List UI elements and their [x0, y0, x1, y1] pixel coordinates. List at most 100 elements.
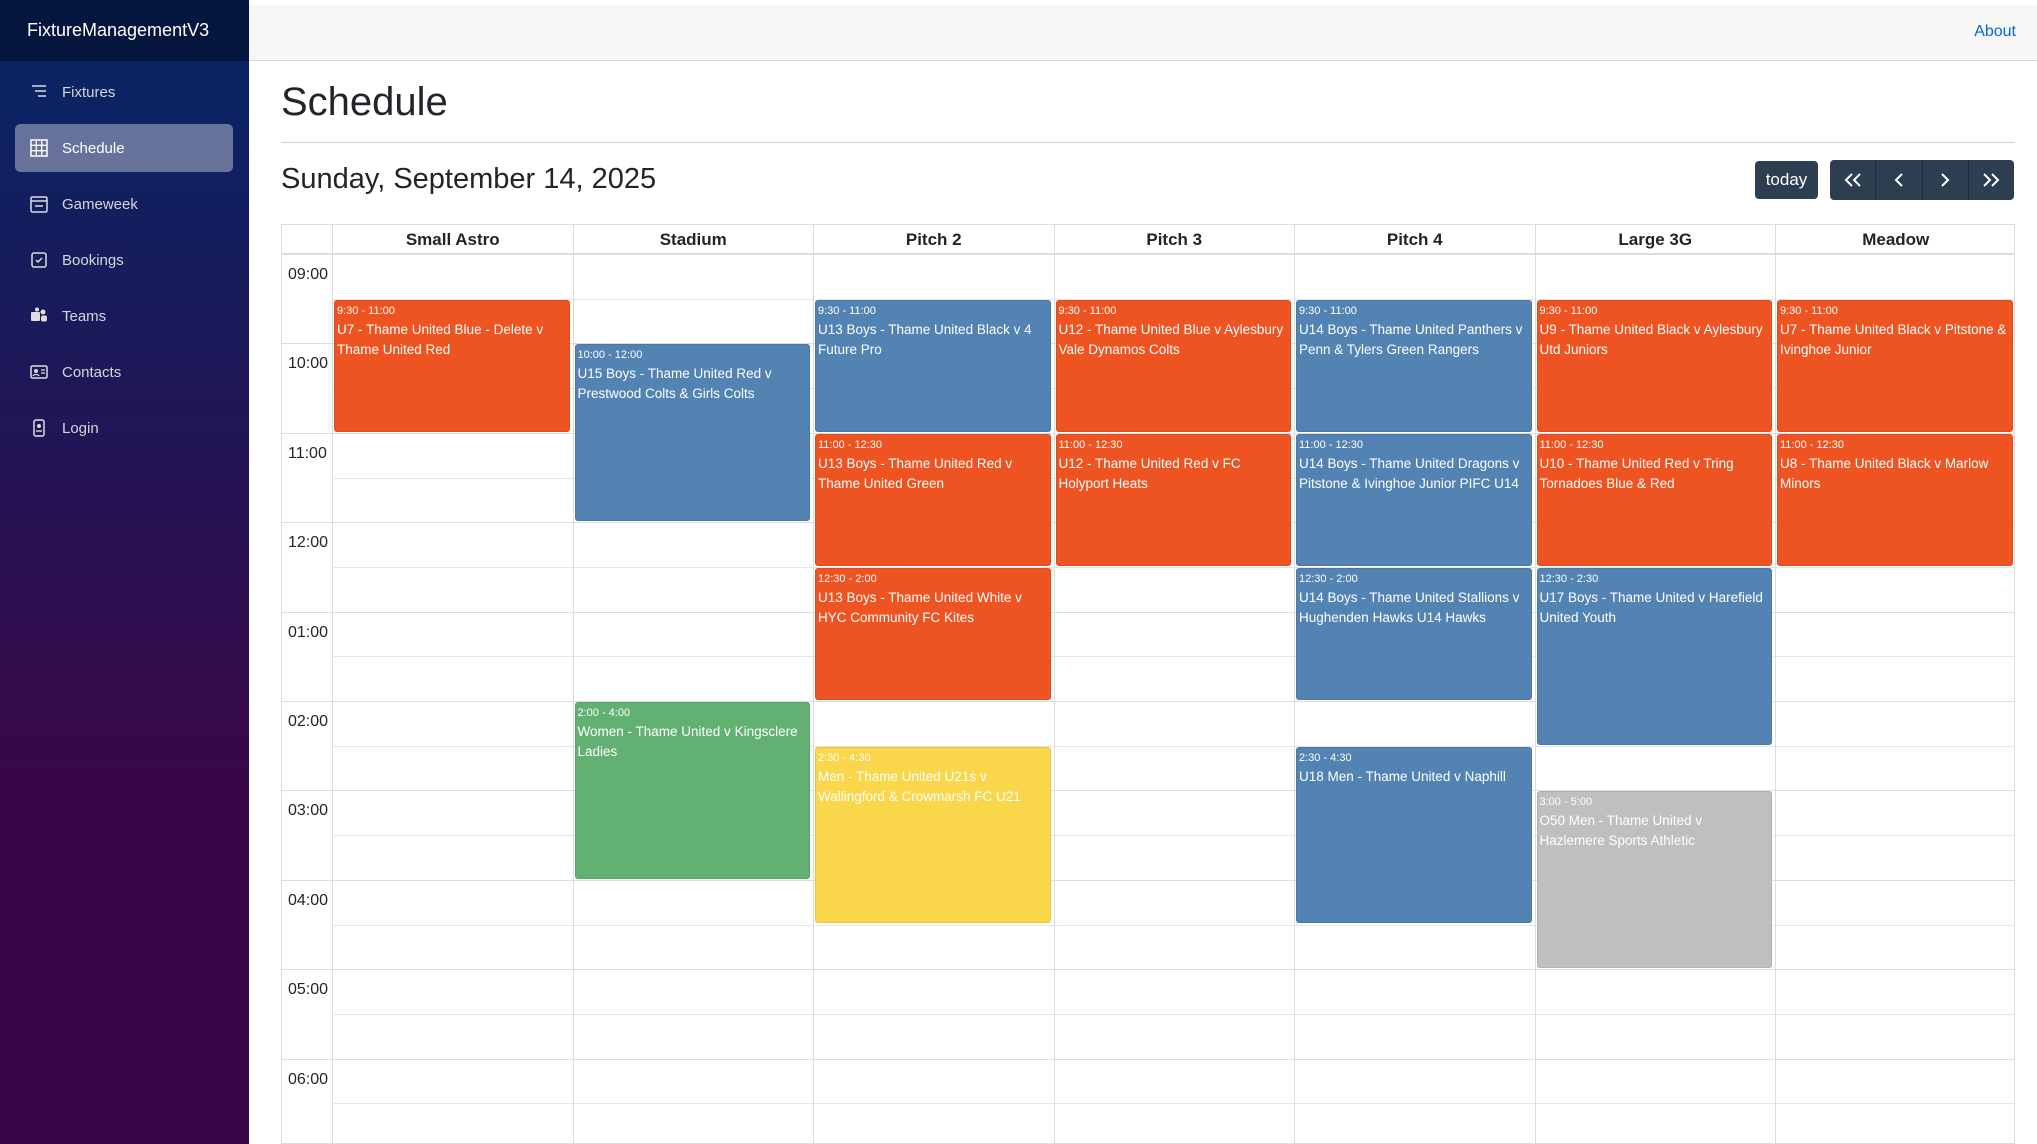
event-time: 12:30 - 2:00: [818, 572, 877, 585]
checkbox-icon: [29, 250, 49, 270]
time-slot-label: 01:00: [288, 623, 329, 641]
event-title: U17 Boys - Thame United v Harefield Unit…: [1539, 589, 1763, 625]
sidebar-item-schedule[interactable]: Schedule: [15, 124, 233, 172]
sidebar-item-gameweek[interactable]: Gameweek: [15, 180, 233, 228]
fixture-event[interactable]: 11:00 - 12:30 U8 - Thame United Black v M…: [1777, 433, 2013, 566]
event-title: U8 - Thame United Black v Marlow Minors: [1780, 455, 1989, 491]
fixture-event[interactable]: 12:30 - 2:00 U14 Boys - Thame United Stal…: [1296, 567, 1532, 700]
column-gridline: [1775, 254, 1776, 1143]
prev-week-button[interactable]: [1830, 160, 1877, 200]
fixture-event[interactable]: 9:30 - 11:00 U9 - Thame United Black v Ay…: [1536, 299, 1772, 432]
time-slot-label: 05:00: [288, 981, 329, 999]
fixture-event[interactable]: 11:00 - 12:30 U13 Boys - Thame United Red…: [815, 433, 1051, 566]
fixture-event[interactable]: 9:30 - 11:00 U14 Boys - Thame United Pant…: [1296, 299, 1532, 432]
grid-icon: [29, 138, 49, 158]
column-gridline: [813, 254, 814, 1143]
time-slot-label: 10:00: [288, 355, 329, 373]
fixture-event[interactable]: 2:30 - 4:30 Men - Thame United U21s v Wal…: [815, 746, 1051, 924]
time-slot-label: 12:00: [288, 534, 329, 552]
app-brand[interactable]: FixtureManagementV3: [0, 0, 249, 61]
fixture-event[interactable]: 12:30 - 2:30 U17 Boys - Thame United v Ha…: [1536, 567, 1772, 745]
event-title: U13 Boys - Thame United Black v 4 Future…: [818, 321, 1032, 357]
slot-gridline: [282, 969, 2014, 971]
time-slot-label: 09:00: [288, 266, 329, 283]
sidebar-item-contacts[interactable]: Contacts: [15, 348, 233, 396]
fixture-event[interactable]: 2:30 - 4:30 U18 Men - Thame United v Naph…: [1296, 746, 1532, 924]
calendar-nav-group: [1830, 160, 2014, 200]
resource-header: Pitch 2: [813, 225, 1054, 254]
sidebar-item-bookings[interactable]: Bookings: [15, 236, 233, 284]
sidebar-item-label: Contacts: [62, 363, 122, 381]
column-gridline: [572, 254, 574, 1143]
fixture-event[interactable]: 11:00 - 12:30 U14 Boys - Thame United Dra…: [1296, 433, 1532, 566]
sidebar-item-label: Schedule: [62, 139, 125, 157]
fixture-event[interactable]: 9:30 - 11:00 U13 Boys - Thame United Blac…: [815, 299, 1051, 432]
resource-header: Pitch 3: [1053, 225, 1295, 254]
sidebar-item-label: Teams: [62, 307, 107, 325]
calendar-header: Small Astro Stadium Pitch 2 Pitch 3 Pitch 4L…: [282, 225, 2014, 254]
fixture-event[interactable]: 9:30 - 11:00 U7 - Thame United Black v Pi…: [1777, 299, 2013, 432]
event-title: U7 - Thame United Black v Pitstone & Ivi…: [1780, 321, 2007, 357]
event-time: 11:00 - 12:30: [1058, 438, 1123, 451]
resource-header: Large 3G: [1534, 225, 1776, 254]
event-time: 12:30 - 2:30: [1539, 572, 1599, 585]
time-slot-label: 06:00: [288, 1070, 329, 1088]
list-icon: [29, 82, 49, 102]
event-time: 12:30 - 2:00: [1299, 572, 1358, 585]
time-slot-label: 03:00: [288, 802, 329, 820]
prev-day-button[interactable]: [1876, 160, 1923, 200]
resource-header: Pitch 4: [1294, 225, 1535, 254]
event-time: 2:00 - 4:00: [577, 707, 631, 719]
resource-header: Meadow: [1775, 225, 2014, 254]
fixture-event[interactable]: 11:00 - 12:30 U10 - Thame United Red v Tr…: [1536, 433, 1772, 566]
sidebar-item-teams[interactable]: Teams: [15, 292, 233, 340]
event-title: Women - Thame United v Kingsclere Ladies: [577, 724, 798, 759]
event-title: U13 Boys - Thame United White v HYC Comm…: [818, 589, 1022, 625]
event-time: 11:00 - 12:30: [1299, 438, 1364, 451]
calendar-date-title: Sunday, September 14, 2025: [281, 163, 657, 195]
event-title: U10 - Thame United Red v Tring Tornadoes…: [1539, 455, 1734, 491]
teams-icon: [29, 306, 49, 326]
double-chevron-left-icon: [1844, 173, 1861, 187]
sidebar-item-label: Login: [62, 419, 99, 437]
column-gridline: [1294, 254, 1295, 1143]
resource-header: Small Astro: [332, 225, 573, 254]
event-title: U7 - Thame United Blue - Delete v Thame …: [337, 321, 544, 357]
today-button[interactable]: today: [1755, 161, 1818, 199]
event-time: 9:30 - 11:00: [1299, 304, 1357, 317]
event-title: U15 Boys - Thame United Red v Prestwood …: [577, 366, 772, 402]
top-bar: About: [249, 5, 2037, 61]
event-title: U9 - Thame United Black v Aylesbury Utd …: [1539, 321, 1763, 357]
event-title: Men - Thame United U21s v Wallingford & …: [818, 768, 1021, 804]
chevron-left-icon: [1894, 173, 1903, 187]
next-day-button[interactable]: [1922, 160, 1969, 200]
slot-gridline: [282, 254, 2014, 255]
fixture-event[interactable]: 12:30 - 2:00 U13 Boys - Thame United Whit…: [815, 567, 1051, 700]
next-week-button[interactable]: [1968, 160, 2014, 200]
column-gridline: [1053, 254, 1055, 1143]
fixture-event[interactable]: 9:30 - 11:00 U12 - Thame United Blue v Ay…: [1055, 299, 1291, 432]
event-title: U14 Boys - Thame United Dragons v Pitsto…: [1299, 455, 1520, 491]
slot-gridline: [332, 1013, 2014, 1015]
time-slot-label: 02:00: [288, 713, 329, 730]
resource-header: Stadium: [572, 225, 814, 254]
column-gridline: [1534, 254, 1536, 1143]
fixture-event[interactable]: 9:30 - 11:00 U7 - Thame United Blue - Del…: [334, 299, 570, 432]
login-icon: [29, 418, 49, 438]
time-slot-label: 11:00: [288, 444, 327, 462]
event-time: 9:30 - 11:00: [1780, 304, 1838, 317]
sidebar-item-fixtures[interactable]: Fixtures: [15, 68, 233, 116]
event-time: 3:00 - 5:00: [1539, 796, 1593, 809]
fixture-event[interactable]: 2:00 - 4:00 Women - Thame United v Kingsc…: [574, 702, 810, 879]
sidebar-item-login[interactable]: Login: [15, 404, 233, 452]
fixture-event[interactable]: 10:00 - 12:00 U15 Boys - Thame United Red…: [574, 344, 810, 522]
fixture-event[interactable]: 11:00 - 12:30 U12 - Thame United Red v FC…: [1055, 433, 1291, 566]
slot-gridline: [282, 1058, 2014, 1060]
double-chevron-right-icon: [1983, 173, 2000, 187]
event-title: U18 Men - Thame United v Naphill: [1299, 768, 1506, 784]
event-title: U12 - Thame United Blue v Aylesbury Vale…: [1058, 321, 1284, 357]
about-link[interactable]: About: [1974, 23, 2016, 41]
divider: [281, 142, 2015, 143]
fixture-event[interactable]: 3:00 - 5:00 O50 Men - Thame United v Hazl…: [1536, 791, 1772, 969]
column-gridline: [332, 254, 333, 1143]
